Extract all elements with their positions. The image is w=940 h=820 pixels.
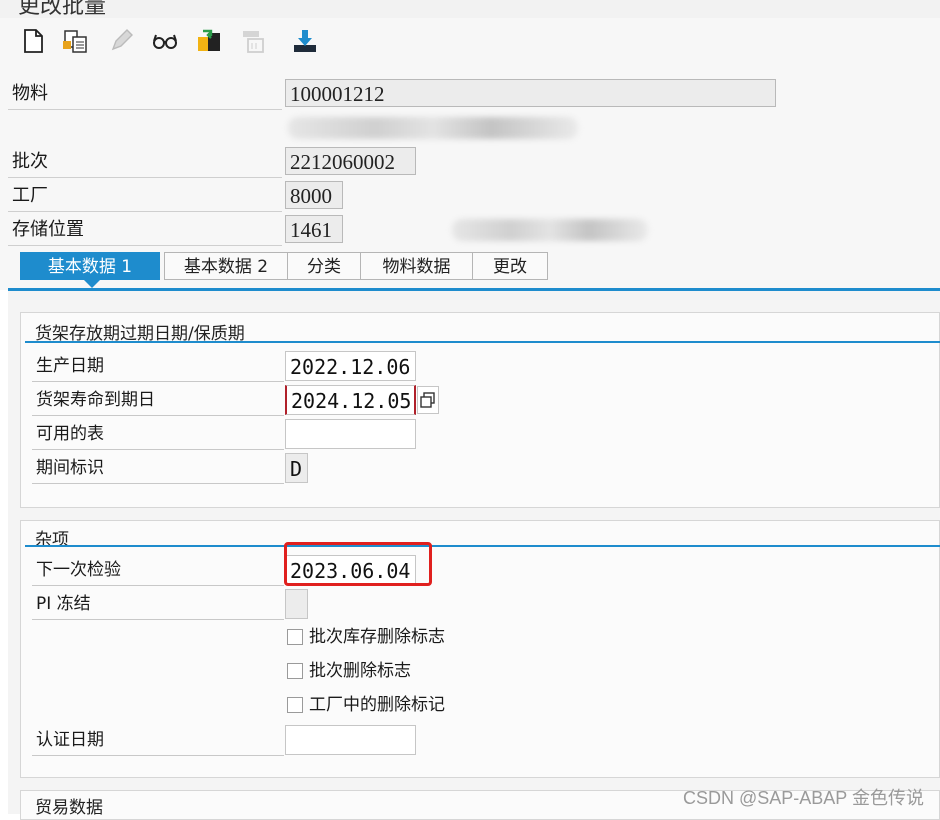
batch-deletion-checkbox[interactable] bbox=[287, 663, 303, 679]
batch-stock-deletion-label: 批次库存删除标志 bbox=[309, 627, 445, 647]
window-title: 更改批量 bbox=[18, 0, 107, 18]
copy-disabled-icon bbox=[238, 26, 268, 56]
storage-location-label: 存储位置 bbox=[12, 219, 84, 240]
section-title-line bbox=[25, 341, 940, 343]
divider bbox=[32, 381, 284, 382]
plant-deletion-label: 工厂中的删除标记 bbox=[309, 695, 445, 715]
certificate-date-label: 认证日期 bbox=[36, 730, 104, 750]
material-description-blurred bbox=[288, 117, 578, 139]
toolbar bbox=[0, 18, 940, 67]
value-help-icon[interactable] bbox=[417, 386, 439, 414]
material-label: 物料 bbox=[12, 83, 48, 104]
batch-stock-deletion-checkbox[interactable] bbox=[287, 629, 303, 645]
section-title-line bbox=[25, 545, 940, 547]
batch-label: 批次 bbox=[12, 151, 48, 172]
divider bbox=[32, 755, 284, 756]
new-document-icon[interactable] bbox=[18, 26, 48, 56]
divider bbox=[8, 177, 282, 178]
highlight-box bbox=[284, 542, 432, 586]
divider bbox=[32, 483, 284, 484]
expiry-date-field[interactable]: 2024.12.05 bbox=[285, 385, 416, 415]
misc-section: 杂项 bbox=[20, 520, 940, 778]
production-date-label: 生产日期 bbox=[36, 356, 104, 376]
divider bbox=[8, 245, 282, 246]
available-table-label: 可用的表 bbox=[36, 424, 104, 444]
glasses-display-icon[interactable] bbox=[150, 26, 180, 56]
edit-pencil-icon bbox=[106, 26, 136, 56]
storage-description-blurred bbox=[452, 219, 648, 241]
tab-basic-data-2[interactable]: 基本数据 2 bbox=[164, 252, 288, 280]
shelf-life-section: 货架存放期过期日期/保质期 bbox=[20, 312, 940, 508]
period-indicator-label: 期间标识 bbox=[36, 458, 104, 478]
storage-location-field: 1461 bbox=[285, 215, 343, 243]
expiry-date-label: 货架寿命到期日 bbox=[36, 390, 155, 410]
batch-field: 2212060002 bbox=[285, 147, 416, 175]
display-other-icon[interactable] bbox=[60, 26, 90, 56]
divider bbox=[32, 619, 284, 620]
plant-field: 8000 bbox=[285, 181, 343, 209]
material-field: 100001212 bbox=[285, 79, 776, 107]
download-icon[interactable] bbox=[290, 26, 320, 56]
section-title: 贸易数据 bbox=[35, 798, 103, 818]
divider bbox=[32, 585, 284, 586]
pi-freeze-field bbox=[285, 589, 308, 619]
divider bbox=[32, 415, 284, 416]
batch-deletion-label: 批次删除标志 bbox=[309, 661, 411, 681]
window-title-bar: 更改批量 bbox=[0, 0, 940, 18]
divider bbox=[32, 449, 284, 450]
production-date-field[interactable]: 2022.12.06 bbox=[285, 351, 416, 381]
plant-label: 工厂 bbox=[12, 185, 48, 206]
divider bbox=[8, 211, 282, 212]
period-indicator-field: D bbox=[285, 453, 308, 483]
tab-material-data[interactable]: 物料数据 bbox=[360, 252, 473, 280]
tab-classification[interactable]: 分类 bbox=[287, 252, 361, 280]
pi-freeze-label: PI 冻结 bbox=[36, 594, 91, 614]
next-inspection-label: 下一次检验 bbox=[36, 560, 121, 580]
plant-deletion-checkbox[interactable] bbox=[287, 697, 303, 713]
classification-icon[interactable] bbox=[194, 26, 224, 56]
certificate-date-field[interactable] bbox=[285, 725, 416, 755]
divider bbox=[8, 109, 282, 110]
tab-basic-data-1[interactable]: 基本数据 1 bbox=[20, 252, 160, 280]
active-tab-pointer bbox=[84, 280, 100, 288]
available-table-field[interactable] bbox=[285, 419, 416, 449]
tab-changes[interactable]: 更改 bbox=[472, 252, 548, 280]
watermark: CSDN @SAP-ABAP 金色传说 bbox=[683, 788, 924, 808]
